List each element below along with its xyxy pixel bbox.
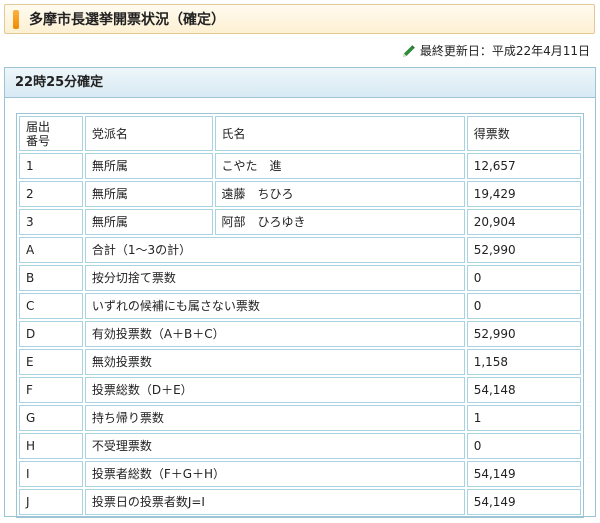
summary-code: I [19, 461, 83, 487]
table-header-row: 届出 番号 党派名 氏名 得票数 [19, 116, 581, 151]
candidate-party: 無所属 [84, 181, 213, 207]
header-name: 氏名 [214, 116, 465, 151]
header-votes: 得票数 [466, 116, 581, 151]
section-title: 22時25分確定 [5, 68, 595, 98]
candidate-number: 2 [19, 181, 83, 207]
candidate-row: 1 無所属 こやた 進 12,657 [19, 153, 581, 179]
page-title: 多摩市長選挙開票状況（確定） [29, 12, 225, 28]
summary-code: F [19, 377, 83, 403]
summary-value: 54,149 [466, 489, 581, 515]
title-marker-icon [13, 10, 19, 29]
page-title-bar: 多摩市長選挙開票状況（確定） [4, 4, 595, 34]
summary-label: 持ち帰り票数 [84, 405, 465, 431]
candidate-name: 遠藤 ちひろ [214, 181, 465, 207]
summary-code: H [19, 433, 83, 459]
summary-row: C いずれの候補にも属さない票数 0 [19, 293, 581, 319]
summary-label: いずれの候補にも属さない票数 [84, 293, 465, 319]
candidate-number: 1 [19, 153, 83, 179]
summary-row: G 持ち帰り票数 1 [19, 405, 581, 431]
summary-value: 0 [466, 433, 581, 459]
summary-row: B 按分切捨て票数 0 [19, 265, 581, 291]
summary-label: 無効投票数 [84, 349, 465, 375]
summary-label: 投票総数（D＋E） [84, 377, 465, 403]
summary-value: 52,990 [466, 321, 581, 347]
results-panel: 22時25分確定 届出 番号 党派名 氏名 得票数 1 無所属 こやた 進 12,… [4, 67, 596, 518]
header-number: 届出 番号 [19, 116, 83, 151]
candidate-row: 3 無所属 阿部 ひろゆき 20,904 [19, 209, 581, 235]
pencil-icon [401, 44, 416, 59]
candidate-party: 無所属 [84, 153, 213, 179]
summary-value: 0 [466, 265, 581, 291]
header-party: 党派名 [84, 116, 213, 151]
summary-code: D [19, 321, 83, 347]
summary-label: 投票日の投票者数J=I [84, 489, 465, 515]
summary-value: 54,149 [466, 461, 581, 487]
summary-code: G [19, 405, 83, 431]
results-table: 届出 番号 党派名 氏名 得票数 1 無所属 こやた 進 12,657 2 無所属… [16, 113, 584, 518]
candidate-number: 3 [19, 209, 83, 235]
summary-label: 不受理票数 [84, 433, 465, 459]
summary-code: E [19, 349, 83, 375]
summary-value: 52,990 [466, 237, 581, 263]
summary-row: E 無効投票数 1,158 [19, 349, 581, 375]
summary-row: F 投票総数（D＋E） 54,148 [19, 377, 581, 403]
summary-code: J [19, 489, 83, 515]
summary-code: C [19, 293, 83, 319]
summary-value: 0 [466, 293, 581, 319]
summary-row: J 投票日の投票者数J=I 54,149 [19, 489, 581, 515]
candidate-name: こやた 進 [214, 153, 465, 179]
summary-label: 投票者総数（F＋G＋H） [84, 461, 465, 487]
summary-label: 合計（1～3の計） [84, 237, 465, 263]
summary-label: 按分切捨て票数 [84, 265, 465, 291]
summary-row: I 投票者総数（F＋G＋H） 54,149 [19, 461, 581, 487]
summary-value: 1 [466, 405, 581, 431]
candidate-party: 無所属 [84, 209, 213, 235]
last-updated-text: 最終更新日：平成22年4月11日 [419, 44, 590, 58]
summary-value: 54,148 [466, 377, 581, 403]
last-updated: 最終更新日：平成22年4月11日 [401, 43, 590, 59]
candidate-votes: 12,657 [466, 153, 581, 179]
candidate-row: 2 無所属 遠藤 ちひろ 19,429 [19, 181, 581, 207]
candidate-votes: 20,904 [466, 209, 581, 235]
summary-code: B [19, 265, 83, 291]
summary-value: 1,158 [466, 349, 581, 375]
summary-row: A 合計（1～3の計） 52,990 [19, 237, 581, 263]
candidate-name: 阿部 ひろゆき [214, 209, 465, 235]
summary-row: D 有効投票数（A＋B＋C） 52,990 [19, 321, 581, 347]
summary-code: A [19, 237, 83, 263]
candidate-votes: 19,429 [466, 181, 581, 207]
summary-row: H 不受理票数 0 [19, 433, 581, 459]
summary-label: 有効投票数（A＋B＋C） [84, 321, 465, 347]
